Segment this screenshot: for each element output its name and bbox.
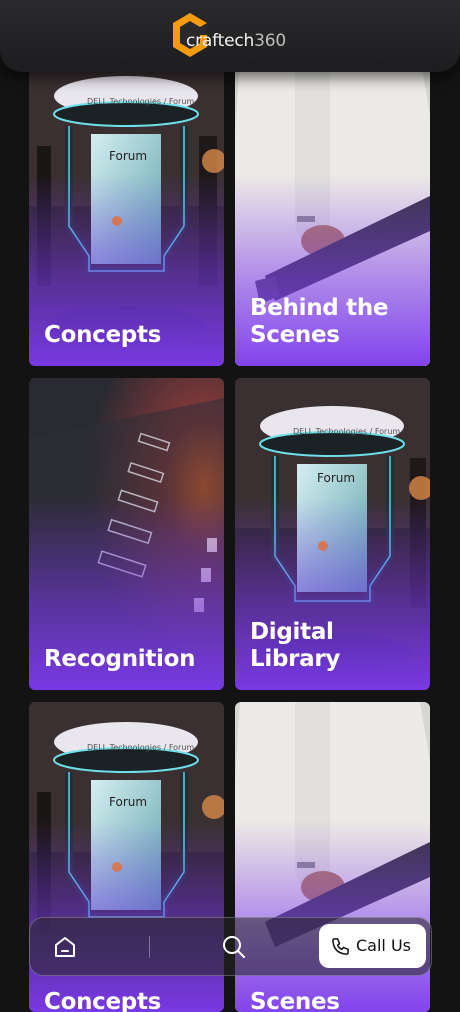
kiosk-screen-title: Forum [109,149,147,163]
kiosk-screen-title: Forum [109,795,147,809]
kiosk-ring-text: DELL Technologies / Forum [87,743,194,752]
craftech360-logo[interactable]: craftech360 [170,11,295,59]
category-grid: DELL Technologies / Forum Forum Concepts… [0,0,460,1012]
card-label: Concepts [44,322,162,348]
bottom-navigation: Call Us [29,917,432,976]
card-label: Recognition [44,646,196,672]
card-gradient [29,819,224,1012]
nav-divider [149,936,150,958]
card-label-tail: Scenes [250,989,340,1012]
logo-wordmark: craftech360 [186,31,286,51]
call-us-button[interactable]: Call Us [319,924,426,968]
phone-icon [332,938,349,955]
search-icon[interactable] [221,934,247,960]
app-header: craftech360 [0,0,460,72]
card-label: Concepts [44,989,162,1012]
kiosk-ring-text: DELL Technologies / Forum [87,97,194,106]
card-label: Digital Library [250,619,341,672]
home-icon[interactable] [52,934,78,960]
card-behind-the-scenes[interactable]: Behind the Scenes [235,56,430,366]
svg-text:DELL Technologies / Forum: DELL Technologies / Forum [87,97,194,106]
card-concepts[interactable]: DELL Technologies / Forum Forum Concepts [29,56,224,366]
kiosk-screen-title: Forum [317,471,355,485]
card-digital-library[interactable]: DELL Technologies / Forum Forum Digital … [235,378,430,690]
kiosk-ring-text: DELL Technologies / Forum [293,427,400,436]
call-us-label: Call Us [356,936,411,955]
card-recognition[interactable]: Recognition [29,378,224,690]
card-label: Behind the Scenes [250,295,389,348]
